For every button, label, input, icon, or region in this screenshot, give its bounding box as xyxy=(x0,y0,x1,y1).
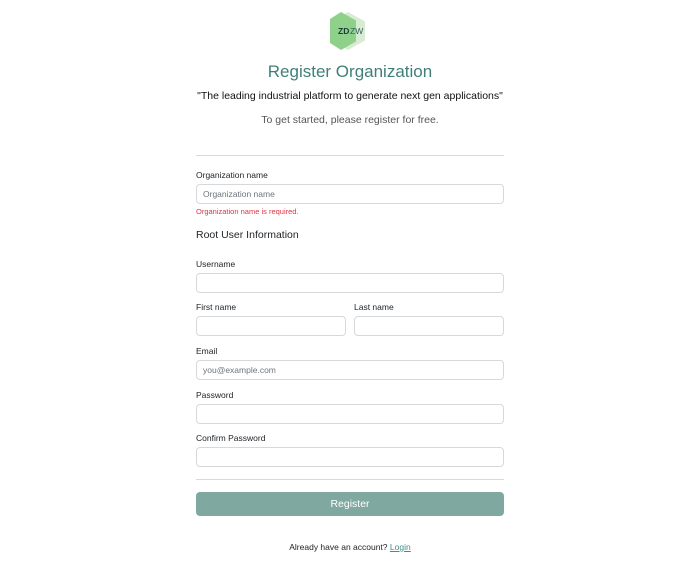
login-prompt-text: Already have an account? xyxy=(289,542,388,552)
zdzw-logo: ZD ZW xyxy=(329,11,367,51)
register-button[interactable]: Register xyxy=(196,492,504,516)
organization-name-input[interactable] xyxy=(196,184,504,204)
bottom-divider xyxy=(196,479,504,480)
username-input[interactable] xyxy=(196,273,504,293)
last-name-label: Last name xyxy=(354,302,394,312)
tagline: "The leading industrial platform to gene… xyxy=(197,90,503,102)
logo-text-bold: ZD xyxy=(338,26,349,36)
top-divider xyxy=(196,155,504,156)
password-label: Password xyxy=(196,390,234,400)
confirm-password-label: Confirm Password xyxy=(196,433,266,443)
register-page: ZD ZW Register Organization "The leading… xyxy=(0,0,700,577)
first-name-label: First name xyxy=(196,302,237,312)
email-input[interactable] xyxy=(196,360,504,380)
login-link[interactable]: Login xyxy=(390,542,411,552)
organization-name-label: Organization name xyxy=(196,170,268,180)
page-title: Register Organization xyxy=(267,62,433,81)
login-prompt: Already have an account? Login xyxy=(0,542,700,552)
username-label: Username xyxy=(196,259,236,269)
email-label: Email xyxy=(196,346,218,356)
subtitle: To get started, please register for free… xyxy=(261,114,439,126)
confirm-password-input[interactable] xyxy=(196,447,504,467)
last-name-input[interactable] xyxy=(354,316,504,336)
password-input[interactable] xyxy=(196,404,504,424)
organization-name-error: Organization name is required. xyxy=(196,207,299,216)
first-name-input[interactable] xyxy=(196,316,346,336)
logo-text-light: ZW xyxy=(350,26,363,36)
root-user-heading: Root User Information xyxy=(196,229,299,241)
